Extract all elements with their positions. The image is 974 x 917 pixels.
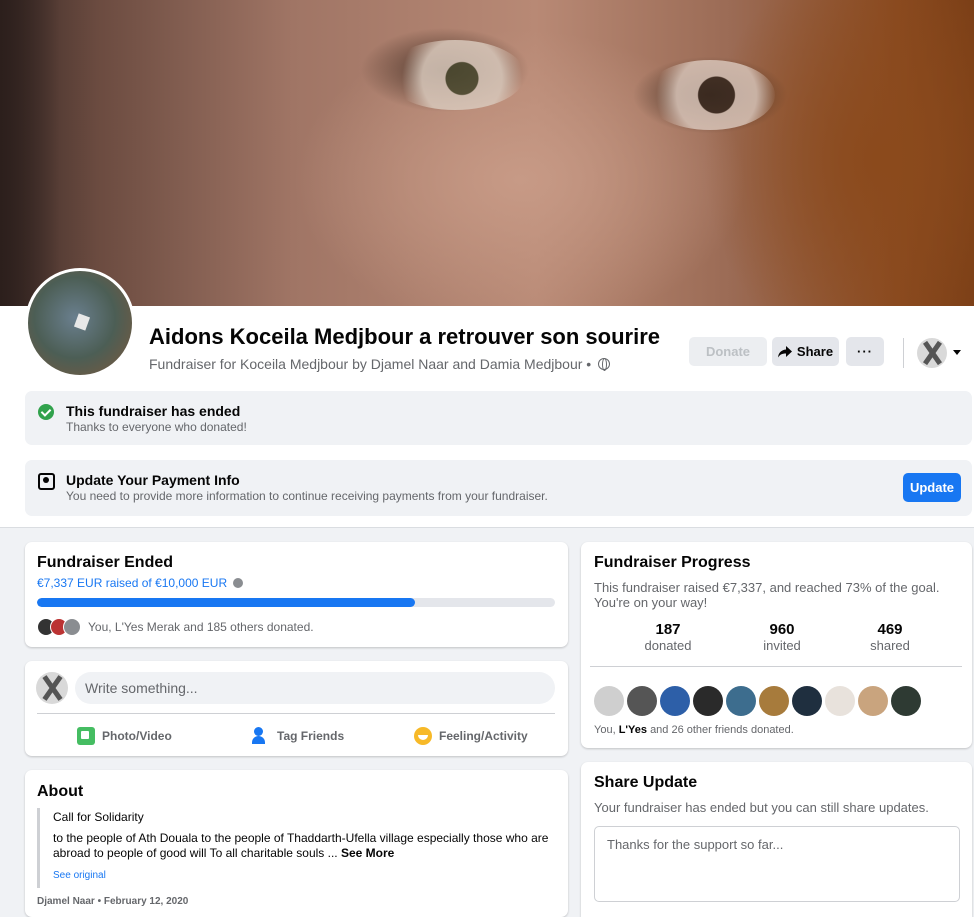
about-body-text: to the people of Ath Douala to the peopl… [53,831,549,860]
photo-video-button[interactable]: Photo/Video [77,724,172,748]
fundraiser-ended-title: Fundraiser Ended [37,554,174,571]
feeling-activity-label: Feeling/Activity [439,729,528,743]
stat-label: invited [763,638,801,653]
check-circle-icon [38,404,54,420]
tag-friends-label: Tag Friends [277,729,345,743]
cover-photo [0,0,974,306]
tag-person-icon [252,727,270,745]
feeling-activity-button[interactable]: Feeling/Activity [414,724,528,748]
stat-label: shared [870,638,910,653]
friend-avatar[interactable] [660,686,690,716]
smiley-icon [414,727,432,745]
about-meta: Djamel Naar • February 12, 2020 [37,896,189,907]
stat-label: donated [644,638,692,653]
fundraiser-progress-card: Fundraiser Progress This fundraiser rais… [581,542,972,748]
payment-id-icon [38,473,55,490]
donate-label: Donate [705,344,751,359]
ended-notice-subtitle: Thanks to everyone who donated! [66,420,247,434]
friend-avatar[interactable] [858,686,888,716]
friend-avatar[interactable] [627,686,657,716]
composer-card: Write something... Photo/Video Tag Frien… [25,661,568,756]
more-dots-icon: ··· [857,344,873,359]
quote-bar [37,808,40,888]
payment-notice: Update Your Payment Info You need to pro… [25,460,972,516]
share-update-card: Share Update Your fundraiser has ended b… [581,762,972,917]
header-divider [903,338,904,368]
see-more-link[interactable]: See More [341,846,394,860]
share-label: Share [796,344,834,359]
about-card: About Call for Solidarity to the people … [25,770,568,917]
share-arrow-icon [777,345,792,357]
composer-divider [37,713,555,714]
ended-notice-title: This fundraiser has ended [66,403,241,419]
write-something-input[interactable]: Write something... [75,672,555,704]
friend-avatar[interactable] [759,686,789,716]
stat-donated[interactable]: 187 donated [623,621,713,653]
payment-notice-title: Update Your Payment Info [66,472,240,488]
update-button[interactable]: Update [903,473,961,502]
friend-avatar[interactable] [825,686,855,716]
fundraiser-title: Aidons Koceila Medjbour a retrouver son … [149,324,660,349]
info-icon[interactable] [233,578,244,588]
stat-shared[interactable]: 469 shared [845,621,935,653]
cover-detail-right [645,60,775,130]
cover-detail-left [385,40,525,110]
photo-video-label: Photo/Video [102,729,172,743]
friend-avatar[interactable] [891,686,921,716]
user-avatar[interactable] [36,672,68,704]
fundraiser-ended-card: Fundraiser Ended €7,337 EUR raised of €1… [25,542,568,647]
profile-picture-detail [73,313,91,331]
friends-avatars [594,686,921,716]
about-title: About [37,783,84,800]
share-update-title: Share Update [594,774,698,791]
progress-title: Fundraiser Progress [594,554,751,571]
share-update-description: Your fundraiser has ended but you can st… [594,800,929,815]
fundraiser-subtitle-text: Fundraiser for Koceila Medjbour by Djame… [149,356,592,372]
about-body: to the people of Ath Douala to the peopl… [53,831,553,861]
donors-row[interactable]: You, L'Yes Merak and 185 others donated. [37,618,314,636]
raised-amount-text: €7,337 EUR raised of €10,000 EUR [37,576,228,590]
about-heading-line: Call for Solidarity [53,810,144,824]
see-original-link[interactable]: See original [53,870,106,881]
progress-divider [590,666,962,667]
more-donors-icon [63,618,81,636]
friends-suffix: and 26 other friends donated. [650,724,794,736]
donate-button[interactable]: Donate [689,337,767,366]
friends-prefix: You, [594,724,616,736]
cover-shadow [0,0,60,306]
share-update-textarea[interactable]: Thanks for the support so far... [594,826,960,902]
ended-notice: This fundraiser has ended Thanks to ever… [25,391,972,445]
photo-icon [77,727,95,745]
payment-notice-subtitle: You need to provide more information to … [66,489,548,503]
more-options-button[interactable]: ··· [846,337,884,366]
globe-icon [598,358,611,371]
share-button[interactable]: Share [772,337,839,366]
stat-number: 469 [877,621,903,638]
friend-avatar[interactable] [594,686,624,716]
progress-bar [37,598,555,607]
friend-avatar[interactable] [726,686,756,716]
friend-avatar[interactable] [792,686,822,716]
raised-amount[interactable]: €7,337 EUR raised of €10,000 EUR [37,576,244,590]
donors-text: You, L'Yes Merak and 185 others donated. [88,620,314,634]
friend-name-link[interactable]: L'Yes [619,724,647,736]
fundraiser-subtitle: Fundraiser for Koceila Medjbour by Djame… [149,356,611,372]
chevron-down-icon[interactable] [953,350,961,355]
stat-number: 187 [655,621,681,638]
friends-donated-text: You, L'Yes and 26 other friends donated. [594,724,794,736]
progress-description: This fundraiser raised €7,337, and reach… [594,580,940,610]
progress-bar-fill [37,598,416,607]
stat-invited[interactable]: 960 invited [737,621,827,653]
friend-avatar[interactable] [693,686,723,716]
stat-number: 960 [769,621,795,638]
tag-friends-button[interactable]: Tag Friends [252,724,344,748]
account-avatar[interactable] [917,338,947,368]
fundraiser-profile-picture[interactable] [25,268,135,378]
